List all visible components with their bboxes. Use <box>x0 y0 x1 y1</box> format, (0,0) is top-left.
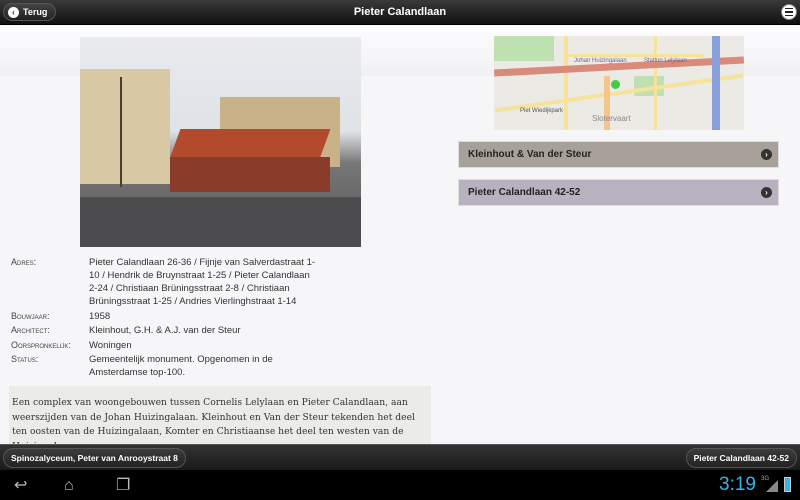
battery-charging-icon <box>784 477 791 492</box>
map-label: Johan Huizingalaan <box>574 58 627 64</box>
signal-icon <box>766 480 778 492</box>
header-bar: ‹ Terug Pieter Calandlaan <box>0 0 800 25</box>
detail-key: Adres: <box>11 257 37 267</box>
recent-apps-icon[interactable]: ❐ <box>116 478 130 494</box>
detail-row-adres: Adres: Pieter Calandlaan 26-36 / Fijnje v… <box>11 256 431 308</box>
location-map[interactable]: Piet Wiedijkpark Slotervaart Johan Huizi… <box>494 36 744 130</box>
previous-building-button[interactable]: Spinozalyceum, Peter van Anrooystraat 8 <box>3 448 186 468</box>
link-architect[interactable]: Kleinhout & Van der Steur › <box>458 141 779 168</box>
detail-row-oorspronkelijk: Oorspronkelijk: Woningen <box>11 339 431 352</box>
back-nav-icon[interactable]: ↩ <box>14 478 27 494</box>
map-label: Slotervaart <box>592 114 631 123</box>
menu-button[interactable] <box>781 4 797 20</box>
home-nav-icon[interactable]: ⌂ <box>64 478 74 494</box>
chevron-right-icon: › <box>761 149 772 160</box>
map-label: Piet Wiedijkpark <box>520 108 564 114</box>
chevron-right-icon: › <box>761 187 772 198</box>
map-label: Station Lelylaan <box>644 58 687 64</box>
detail-value: Kleinhout, G.H. & A.J. van der Steur <box>89 325 241 336</box>
description-text: Een complex van woongebouwen tussen Corn… <box>9 386 431 444</box>
link-label: Kleinhout & Van der Steur <box>468 149 592 160</box>
system-nav-bar: ↩ ⌂ ❐ 3:19 3G <box>0 470 800 500</box>
link-label: Pieter Calandlaan 42-52 <box>468 187 581 198</box>
next-building-button[interactable]: Pieter Calandlaan 42-52 <box>685 448 797 468</box>
detail-key: Oorspronkelijk: <box>11 339 71 350</box>
detail-value: Woningen <box>89 339 132 351</box>
footer-bar: Spinozalyceum, Peter van Anrooystraat 8 … <box>0 444 800 470</box>
detail-value: Gemeentelijk monument. Opgenomen in de A… <box>89 354 273 378</box>
detail-key: Architect: <box>11 325 50 335</box>
detail-value: 1958 <box>89 310 111 322</box>
detail-key: Bouwjaar: <box>11 310 50 321</box>
map-marker-icon <box>611 80 620 89</box>
detail-row-architect: Architect: Kleinhout, G.H. & A.J. van der… <box>11 324 431 337</box>
detail-row-status: Status: Gemeentelijk monument. Opgenomen … <box>11 353 431 379</box>
details-table: Adres: Pieter Calandlaan 26-36 / Fijnje v… <box>11 256 431 381</box>
building-photo <box>80 37 361 247</box>
page-title: Pieter Calandlaan <box>353 6 447 18</box>
link-related-building[interactable]: Pieter Calandlaan 42-52 › <box>458 179 779 206</box>
detail-key: Status: <box>11 354 39 364</box>
detail-value: Pieter Calandlaan 26-36 / Fijnje van Sal… <box>89 257 316 307</box>
detail-row-bouwjaar: Bouwjaar: 1958 <box>11 310 431 323</box>
clock: 3:19 <box>719 474 756 495</box>
